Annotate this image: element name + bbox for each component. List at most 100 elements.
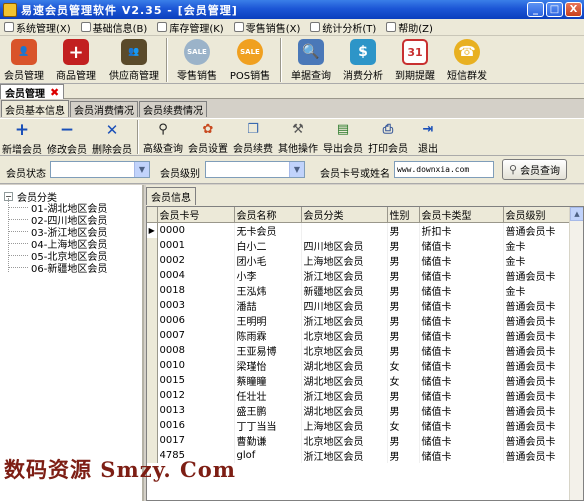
table-row[interactable]: 0001 白小二 四川地区会员男储值卡 金卡 bbox=[147, 238, 570, 253]
table-cell[interactable]: 浙江地区会员 bbox=[301, 448, 388, 463]
table-cell[interactable]: 0015 bbox=[157, 373, 235, 388]
table-row[interactable]: 0008 王亚易博 北京地区会员男储值卡 普通会员卡 bbox=[147, 343, 570, 358]
close-tab-icon[interactable]: ✖ bbox=[50, 86, 59, 99]
table-row[interactable]: 0012 任壮壮 浙江地区会员男储值卡 普通会员卡 bbox=[147, 388, 570, 403]
menu-retail[interactable]: 零售销售(X) bbox=[230, 20, 307, 35]
table-cell[interactable]: 女 bbox=[387, 373, 420, 388]
column-header-card-no[interactable]: 会员卡号 bbox=[157, 207, 235, 223]
table-cell[interactable]: 普通会员卡 bbox=[503, 268, 570, 283]
table-cell[interactable]: 0002 bbox=[157, 253, 235, 268]
supplier-management-button[interactable]: 👥 供应商管理 bbox=[105, 36, 163, 83]
table-cell[interactable]: 四川地区会员 bbox=[301, 238, 388, 253]
table-cell[interactable]: 浙江地区会员 bbox=[301, 388, 388, 403]
table-cell[interactable]: 陈雨霖 bbox=[234, 328, 302, 343]
table-cell[interactable]: 0003 bbox=[157, 298, 235, 313]
edit-member-button[interactable]: − 修改会员 bbox=[45, 119, 89, 156]
table-cell[interactable]: 男 bbox=[387, 222, 420, 238]
table-cell[interactable]: 储值卡 bbox=[419, 433, 504, 448]
table-cell[interactable]: 湖北地区会员 bbox=[301, 358, 388, 373]
table-cell[interactable]: 普通会员卡 bbox=[503, 403, 570, 418]
table-cell[interactable]: 折扣卡 bbox=[419, 222, 504, 238]
table-cell[interactable] bbox=[301, 222, 388, 238]
table-cell[interactable]: 0004 bbox=[157, 268, 235, 283]
table-cell[interactable]: 储值卡 bbox=[419, 283, 504, 298]
table-cell[interactable]: 男 bbox=[387, 388, 420, 403]
table-cell[interactable]: 储值卡 bbox=[419, 268, 504, 283]
menu-inventory[interactable]: 库存管理(K) bbox=[153, 20, 229, 35]
table-cell[interactable]: 普通会员卡 bbox=[503, 448, 570, 463]
search-input[interactable]: www.downxia.com bbox=[394, 161, 494, 178]
column-header-gender[interactable]: 性别 bbox=[387, 207, 420, 223]
member-renewal-button[interactable]: ❐ 会员续费 bbox=[231, 119, 275, 155]
table-row[interactable]: 0015 蔡瞳瞳 湖北地区会员女储值卡 普通会员卡 bbox=[147, 373, 570, 388]
member-query-button[interactable]: ⚲ 会员查询 bbox=[502, 159, 568, 180]
table-cell[interactable]: 梁瑾怡 bbox=[234, 358, 302, 373]
table-cell[interactable]: glof bbox=[234, 448, 302, 463]
table-cell[interactable]: 男 bbox=[387, 433, 420, 448]
table-cell[interactable]: 普通会员卡 bbox=[503, 373, 570, 388]
table-cell[interactable]: 0008 bbox=[157, 343, 235, 358]
table-cell[interactable]: 普通会员卡 bbox=[503, 358, 570, 373]
table-cell[interactable]: 白小二 bbox=[234, 238, 302, 253]
table-row[interactable]: 0016 丁丁当当 上海地区会员女储值卡 普通会员卡 bbox=[147, 418, 570, 433]
table-cell[interactable]: 女 bbox=[387, 358, 420, 373]
tab-member-consumption[interactable]: 会员消费情况 bbox=[70, 101, 138, 117]
table-cell[interactable]: 盛王鹏 bbox=[234, 403, 302, 418]
delete-member-button[interactable]: ✕ 删除会员 bbox=[90, 119, 134, 156]
table-row[interactable]: 0013 盛王鹏 湖北地区会员男储值卡 普通会员卡 bbox=[147, 403, 570, 418]
table-cell[interactable]: 女 bbox=[387, 418, 420, 433]
other-operations-button[interactable]: ⚒ 其他操作 bbox=[276, 119, 320, 155]
menu-basic-info[interactable]: 基础信息(B) bbox=[77, 20, 154, 35]
table-cell[interactable]: 湖北地区会员 bbox=[301, 403, 388, 418]
table-cell[interactable]: 王泓炜 bbox=[234, 283, 302, 298]
table-cell[interactable]: 储值卡 bbox=[419, 343, 504, 358]
maximize-button[interactable]: □ bbox=[546, 2, 563, 17]
table-cell[interactable]: 普通会员卡 bbox=[503, 433, 570, 448]
table-cell[interactable]: 男 bbox=[387, 268, 420, 283]
consumption-analysis-button[interactable]: $ 消费分析 bbox=[337, 36, 389, 83]
export-member-button[interactable]: ▤ 导出会员 bbox=[321, 119, 365, 155]
table-cell[interactable]: 丁丁当当 bbox=[234, 418, 302, 433]
tab-member-renewal[interactable]: 会员续费情况 bbox=[139, 101, 207, 117]
table-cell[interactable]: 湖北地区会员 bbox=[301, 373, 388, 388]
table-cell[interactable]: 储值卡 bbox=[419, 358, 504, 373]
table-cell[interactable]: 储值卡 bbox=[419, 313, 504, 328]
table-cell[interactable]: 蔡瞳瞳 bbox=[234, 373, 302, 388]
table-cell[interactable]: 0016 bbox=[157, 418, 235, 433]
table-cell[interactable]: 储值卡 bbox=[419, 298, 504, 313]
table-cell[interactable]: 男 bbox=[387, 343, 420, 358]
table-row[interactable]: 0017 曹勤谦 北京地区会员男储值卡 普通会员卡 bbox=[147, 433, 570, 448]
tab-member-basic-info[interactable]: 会员基本信息 bbox=[1, 100, 69, 117]
table-cell[interactable]: 储值卡 bbox=[419, 328, 504, 343]
column-header-category[interactable]: 会员分类 bbox=[301, 207, 388, 223]
close-button[interactable]: X bbox=[565, 2, 582, 17]
table-cell[interactable]: 0000 bbox=[157, 222, 235, 238]
sms-broadcast-button[interactable]: ☎ 短信群发 bbox=[441, 36, 493, 83]
table-row[interactable]: 0010 梁瑾怡 湖北地区会员女储值卡 普通会员卡 bbox=[147, 358, 570, 373]
table-cell[interactable]: 男 bbox=[387, 448, 420, 463]
table-cell[interactable]: 无卡会员 bbox=[234, 222, 302, 238]
column-header-name[interactable]: 会员名称 bbox=[234, 207, 302, 223]
table-cell[interactable]: 0010 bbox=[157, 358, 235, 373]
table-cell[interactable]: 储值卡 bbox=[419, 418, 504, 433]
table-cell[interactable]: 0017 bbox=[157, 433, 235, 448]
table-row[interactable]: 0006 王明明 浙江地区会员男储值卡 普通会员卡 bbox=[147, 313, 570, 328]
pos-sale-button[interactable]: SALE POS销售 bbox=[223, 36, 277, 83]
table-cell[interactable]: 普通会员卡 bbox=[503, 418, 570, 433]
retail-sale-button[interactable]: SALE 零售销售 bbox=[171, 36, 223, 83]
document-query-button[interactable]: 🔍 单据查询 bbox=[285, 36, 337, 83]
table-cell[interactable]: 团小毛 bbox=[234, 253, 302, 268]
chevron-down-icon[interactable]: ▼ bbox=[134, 162, 149, 177]
table-cell[interactable]: 0018 bbox=[157, 283, 235, 298]
exit-button[interactable]: ⇥ 退出 bbox=[411, 119, 445, 155]
tree-item-xinjiang[interactable]: 06-新疆地区会员 bbox=[8, 261, 107, 275]
table-cell[interactable]: 储值卡 bbox=[419, 448, 504, 463]
table-cell[interactable]: 男 bbox=[387, 403, 420, 418]
table-cell[interactable]: 上海地区会员 bbox=[301, 253, 388, 268]
table-cell[interactable]: 男 bbox=[387, 253, 420, 268]
table-cell[interactable]: 0001 bbox=[157, 238, 235, 253]
add-member-button[interactable]: + 新增会员 bbox=[0, 119, 44, 156]
table-cell[interactable]: 王亚易博 bbox=[234, 343, 302, 358]
table-cell[interactable]: 金卡 bbox=[503, 238, 570, 253]
expiry-reminder-button[interactable]: 31 到期提醒 bbox=[389, 36, 441, 83]
